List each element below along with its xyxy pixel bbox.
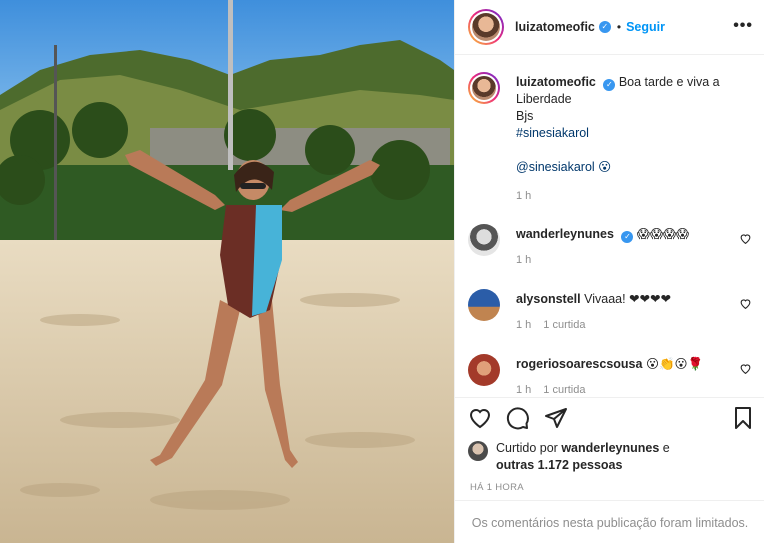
comment-avatar[interactable] <box>468 354 500 386</box>
caption-avatar[interactable] <box>468 72 500 104</box>
beach-photo <box>0 0 454 543</box>
liked-by-prefix: Curtido por <box>496 441 558 455</box>
comment-text: 😮👏😮🌹 <box>645 357 704 371</box>
comments-limited-notice: Os comentários nesta publicação foram li… <box>455 500 764 543</box>
comment-bubble-icon[interactable] <box>506 406 530 430</box>
author-avatar[interactable] <box>468 9 504 45</box>
comment-time[interactable]: 1 h <box>516 319 531 331</box>
heart-icon[interactable] <box>739 362 752 375</box>
liked-by-others[interactable]: outras 1.172 pessoas <box>496 458 622 472</box>
comments-list[interactable]: luizatomeofic ✓ Boa tarde e viva a Liber… <box>455 56 764 397</box>
post-actions: Curtido por wanderleynunes e outras 1.17… <box>455 397 764 543</box>
post-header: luizatomeofic ✓ • Seguir ••• <box>455 0 764 55</box>
heart-icon[interactable] <box>739 297 752 310</box>
caption-line2: Bjs <box>516 109 534 123</box>
liked-by: Curtido por wanderleynunes e outras 1.17… <box>468 440 670 474</box>
comment-text: Vivaaa! ❤❤❤❤ <box>584 292 671 306</box>
verified-badge-icon: ✓ <box>621 231 634 243</box>
comment-username[interactable]: rogeriosoaresсsousa <box>516 357 642 371</box>
follow-button[interactable]: Seguir <box>626 20 665 34</box>
bookmark-icon[interactable] <box>731 406 755 430</box>
heart-icon[interactable] <box>739 232 752 245</box>
post-sidebar: luizatomeofic ✓ • Seguir ••• luizatomeof… <box>454 0 764 543</box>
author-username[interactable]: luizatomeofic <box>515 20 595 34</box>
liked-by-suffix: e <box>662 441 670 455</box>
verified-badge-icon: ✓ <box>598 21 611 33</box>
comment-username[interactable]: wanderleynunes <box>516 227 614 241</box>
liked-by-user[interactable]: wanderleynunes <box>561 441 659 455</box>
post-photo[interactable] <box>0 0 454 543</box>
comment-time[interactable]: 1 h <box>516 254 531 266</box>
caption-username[interactable]: luizatomeofic <box>516 75 596 89</box>
post-timestamp[interactable]: HÁ 1 HORA <box>470 482 524 493</box>
comment-avatar[interactable] <box>468 224 500 256</box>
separator-dot: • <box>616 20 622 34</box>
comment-text: 😱😱😱😱 <box>636 227 690 241</box>
liker-avatar[interactable] <box>468 441 488 461</box>
like-heart-icon[interactable] <box>468 406 492 430</box>
comment-username[interactable]: alysonstell <box>516 292 581 306</box>
comment-likes[interactable]: 1 curtida <box>543 384 585 396</box>
verified-badge-icon: ✓ <box>603 79 616 91</box>
share-paper-plane-icon[interactable] <box>544 406 568 430</box>
caption-time[interactable]: 1 h <box>516 190 531 202</box>
more-options-icon[interactable]: ••• <box>733 17 753 35</box>
comment-likes[interactable]: 1 curtida <box>543 319 585 331</box>
comment-avatar[interactable] <box>468 289 500 321</box>
comment-time[interactable]: 1 h <box>516 384 531 396</box>
caption-hashtag[interactable]: #sinesiakarol <box>516 126 589 140</box>
caption-mention[interactable]: @sinesiakarol 😮 <box>516 160 611 174</box>
